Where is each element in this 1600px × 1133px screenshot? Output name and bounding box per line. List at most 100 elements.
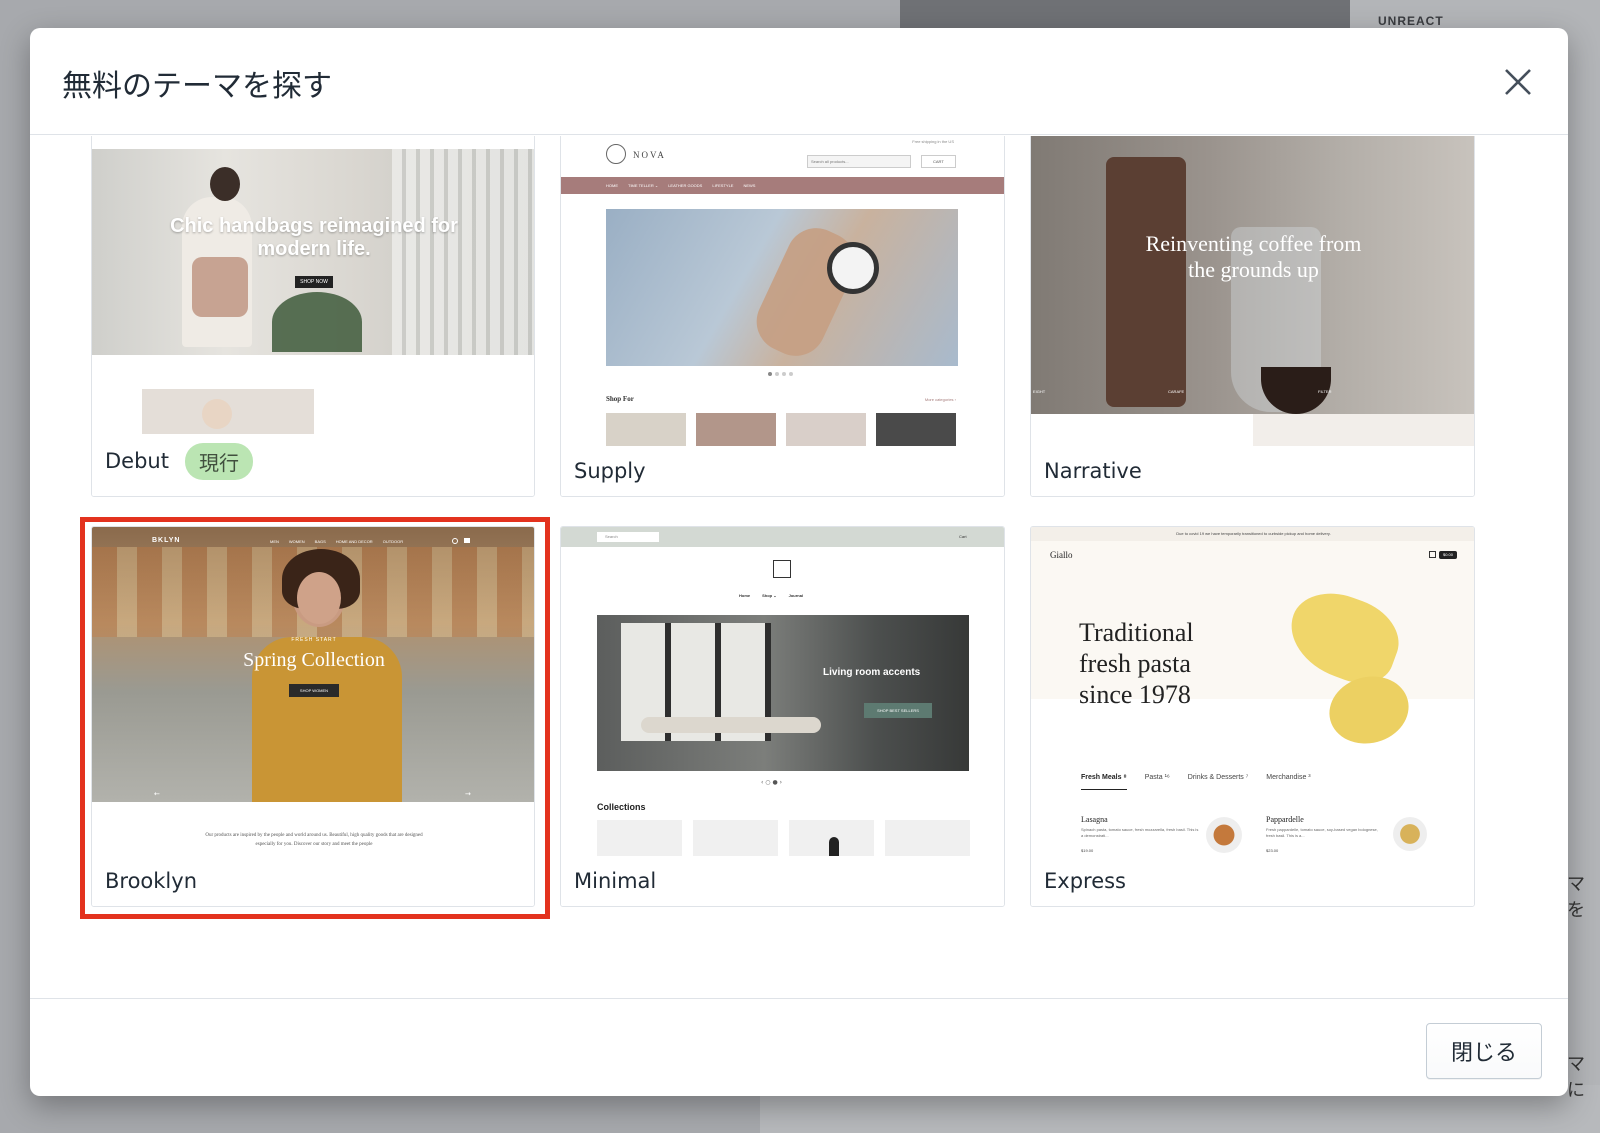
theme-label-row: Narrative	[1031, 446, 1474, 496]
supply-brand: NOVA	[633, 150, 666, 160]
theme-preview-debut: Chic handbags reimagined for modern life…	[92, 136, 534, 442]
close-icon	[1505, 69, 1531, 95]
express-item-name: Pappardelle	[1266, 815, 1304, 824]
brooklyn-headline: Spring Collection	[243, 649, 385, 671]
theme-label-row: Brooklyn	[92, 856, 534, 906]
supply-nav-item: NEWS	[743, 183, 756, 188]
supply-nav: HOME TIME TELLER ⌄ LEATHER GOODS LIFESTY…	[561, 177, 1004, 194]
express-tab: Merchandise ³	[1266, 774, 1311, 781]
brooklyn-next-arrow-icon: →	[465, 790, 471, 798]
minimal-cart: Cart	[959, 534, 967, 539]
express-cart-badge: $0.00	[1439, 551, 1457, 559]
narrative-caption: CARAFE	[1168, 389, 1185, 394]
current-theme-badge: 現行	[184, 442, 253, 480]
theme-preview-supply: Free shipping in the US NOVA Search all …	[561, 136, 1004, 449]
theme-label-row: Express	[1031, 856, 1474, 906]
supply-nav-item: HOME	[606, 183, 618, 188]
minimal-nav: Home Shop ⌄ Journal	[739, 593, 803, 598]
theme-preview-narrative: Reinventing coffee from the grounds up E…	[1031, 136, 1474, 449]
background-topbar	[900, 0, 1350, 28]
express-item-desc: Fresh pappardelle, tomato sauce, soy-bas…	[1266, 827, 1378, 838]
close-button[interactable]	[1498, 62, 1538, 102]
narrative-caption: EIGHT	[1033, 389, 1046, 394]
theme-card-debut[interactable]: Chic handbags reimagined for modern life…	[91, 136, 535, 497]
minimal-logo-icon	[773, 560, 791, 578]
minimal-nav-item: Shop ⌄	[762, 593, 777, 598]
brooklyn-nav-item: WOMEN	[288, 539, 305, 544]
background-peek-text: マに	[1567, 1054, 1585, 1101]
modal-footer: 閉じる	[30, 998, 1568, 1096]
minimal-cta: SHOP BEST SELLERS	[864, 703, 932, 718]
brooklyn-nav-item: BAGS	[314, 539, 326, 544]
theme-label-row: Supply	[561, 446, 1004, 496]
pasta-image	[1278, 580, 1410, 694]
theme-name: Minimal	[574, 869, 657, 893]
debut-cta: SHOP NOW	[295, 276, 333, 288]
theme-grid: Chic handbags reimagined for modern life…	[30, 136, 1568, 998]
brooklyn-eyebrow: FRESH START	[291, 637, 337, 643]
theme-card-brooklyn[interactable]: BKLYN MEN WOMEN BAGS HOME AND DECOR OUTD…	[91, 526, 535, 907]
supply-nav-item: LEATHER GOODS	[668, 183, 703, 188]
brooklyn-nav: MEN WOMEN BAGS HOME AND DECOR OUTDOOR	[270, 539, 403, 544]
theme-label-row: Debut 現行	[92, 434, 534, 496]
express-item-desc: Spinach pasta, tomato sauce, fresh mozza…	[1081, 827, 1199, 838]
supply-section-link: More categories ›	[924, 397, 956, 402]
express-banner: Due to covid 19 we have temporarily tran…	[1031, 527, 1474, 541]
supply-top-note: Free shipping in the US	[912, 139, 954, 144]
express-tab: Drinks & Desserts ⁷	[1187, 774, 1249, 781]
express-item-name: Lasagna	[1081, 815, 1108, 824]
narrative-headline: Reinventing coffee from the grounds up	[1145, 231, 1362, 282]
theme-name: Supply	[574, 459, 646, 483]
dish-image	[1393, 817, 1427, 851]
minimal-search: Search	[605, 534, 618, 539]
modal-header: 無料のテーマを探す	[30, 28, 1568, 135]
supply-search-placeholder: Search all products...	[811, 159, 849, 164]
theme-picker-modal: 無料のテーマを探す Chic handbags reimagined for m…	[30, 28, 1568, 1096]
brooklyn-search-icon	[452, 538, 458, 544]
brooklyn-cart-icon	[464, 538, 470, 543]
brooklyn-nav-item: MEN	[270, 539, 279, 544]
brooklyn-brand: BKLYN	[152, 537, 181, 544]
minimal-nav-item: Journal	[788, 593, 804, 598]
supply-section-title: Shop For	[606, 395, 634, 403]
theme-name: Debut	[105, 449, 169, 473]
theme-card-narrative[interactable]: Reinventing coffee from the grounds up E…	[1030, 136, 1475, 497]
theme-label-row: Minimal	[561, 856, 1004, 906]
brooklyn-cta: SHOP WOMEN	[289, 684, 339, 697]
theme-preview-brooklyn: BKLYN MEN WOMEN BAGS HOME AND DECOR OUTD…	[92, 527, 534, 858]
theme-name: Narrative	[1044, 459, 1142, 483]
dish-image	[1206, 817, 1242, 853]
supply-watch-icon	[827, 242, 879, 294]
close-modal-button[interactable]: 閉じる	[1426, 1023, 1542, 1079]
express-item-price: $23.00	[1266, 848, 1279, 853]
express-tab-active: Fresh Meals ⁸	[1081, 774, 1127, 790]
supply-nav-item: LIFESTYLE	[712, 183, 734, 188]
brooklyn-nav-item: OUTDOOR	[382, 539, 404, 544]
brooklyn-body: Our products are inspired by the people …	[205, 833, 423, 847]
theme-name: Express	[1044, 869, 1127, 893]
theme-card-supply[interactable]: Free shipping in the US NOVA Search all …	[560, 136, 1005, 497]
supply-nav-item: TIME TELLER ⌄	[628, 183, 659, 188]
express-tab: Pasta ¹⁶	[1144, 774, 1170, 781]
brooklyn-nav-item: HOME AND DECOR	[335, 539, 373, 544]
express-headline: Traditional fresh pasta since 1978	[1079, 618, 1194, 709]
express-item-price: $19.00	[1081, 848, 1094, 853]
narrative-caption: FILTER	[1318, 389, 1332, 394]
background-peek-text: マを	[1567, 874, 1585, 921]
theme-preview-express: Due to covid 19 we have temporarily tran…	[1031, 527, 1474, 858]
debut-headline: Chic handbags reimagined for modern life…	[170, 215, 458, 260]
theme-preview-minimal: Search Cart Home Shop ⌄ Journal Living r…	[561, 527, 1004, 858]
supply-logo-icon	[606, 144, 626, 164]
theme-card-minimal[interactable]: Search Cart Home Shop ⌄ Journal Living r…	[560, 526, 1005, 907]
background-brand: UNREACT	[1378, 14, 1444, 28]
supply-cart: CART	[933, 159, 944, 164]
express-tabs: Fresh Meals ⁸ Pasta ¹⁶ Drinks & Desserts…	[1081, 774, 1311, 790]
express-brand: Giallo	[1050, 550, 1073, 560]
modal-title: 無料のテーマを探す	[62, 69, 332, 104]
theme-card-express[interactable]: Due to covid 19 we have temporarily tran…	[1030, 526, 1475, 907]
express-cart-icon	[1429, 551, 1436, 558]
minimal-hero-title: Living room accents	[823, 667, 921, 678]
theme-name: Brooklyn	[105, 869, 198, 893]
minimal-section-title: Collections	[597, 802, 646, 812]
brooklyn-prev-arrow-icon: ←	[154, 790, 160, 798]
